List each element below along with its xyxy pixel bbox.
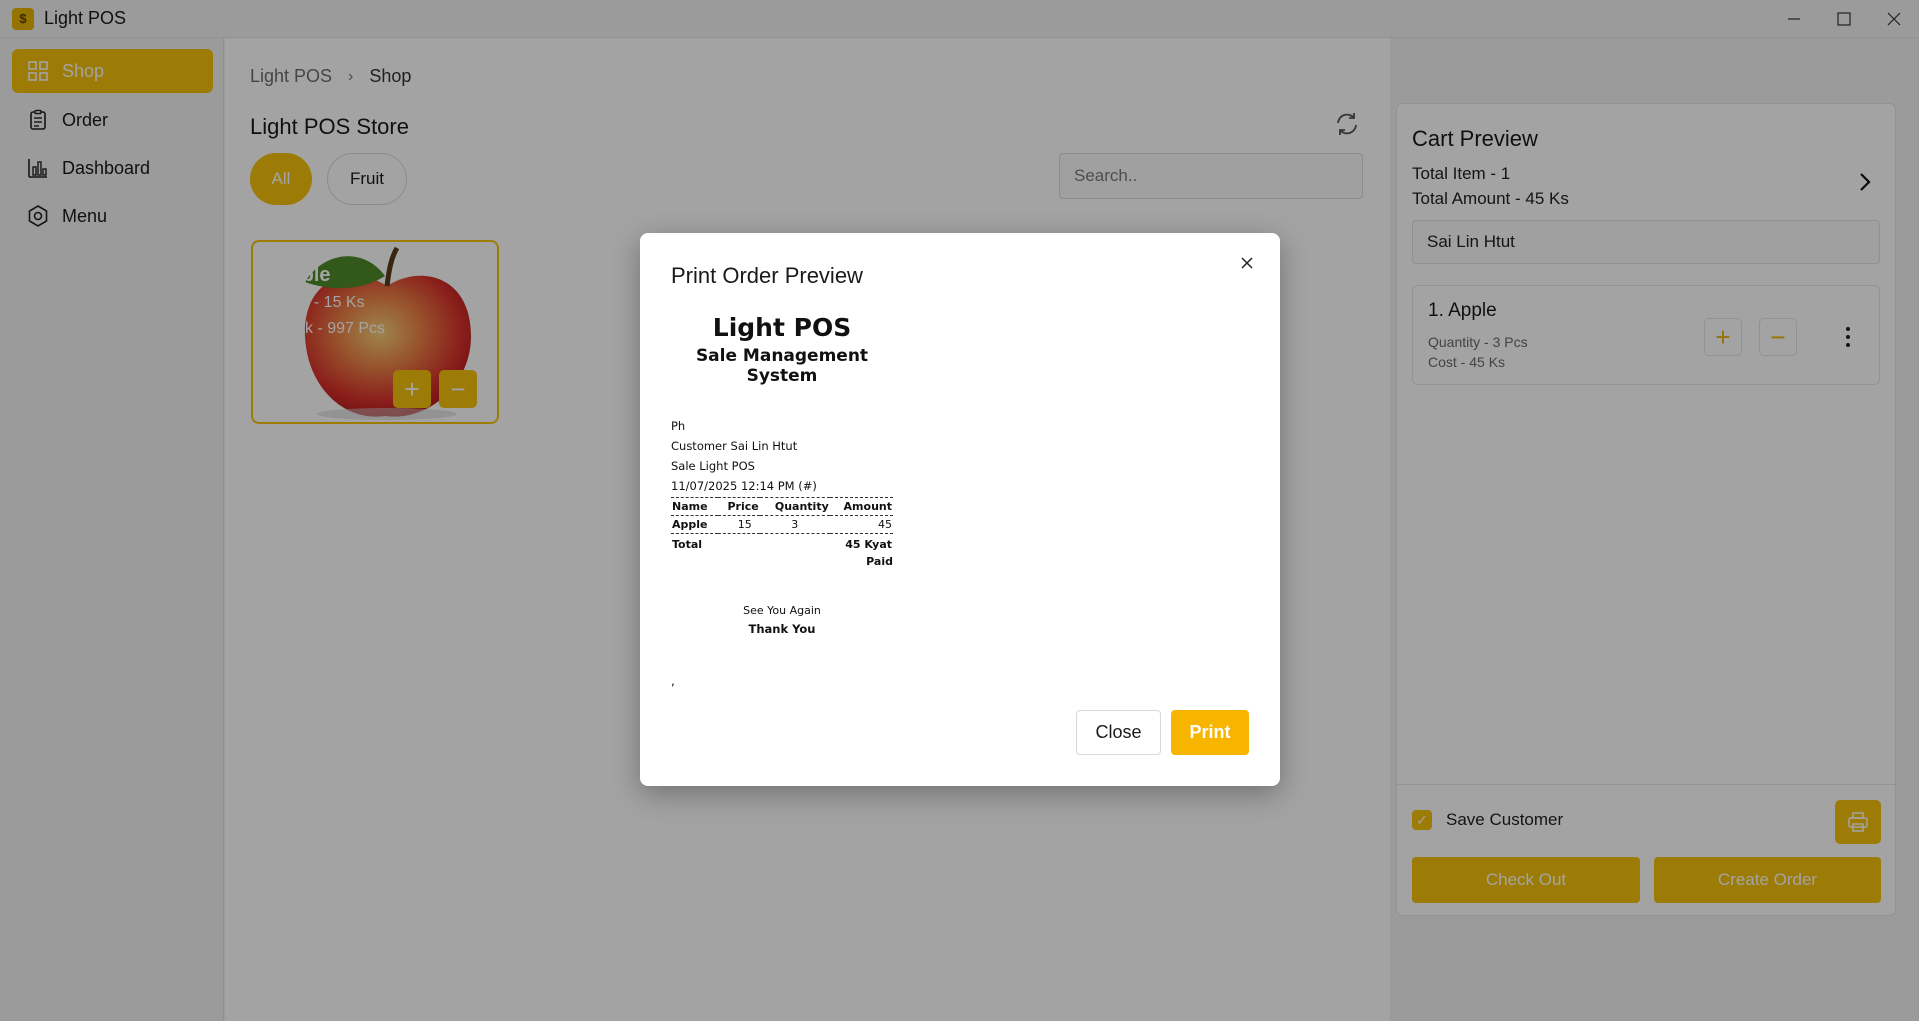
receipt-item-quantity: 3 — [759, 515, 830, 534]
close-button[interactable]: Close — [1076, 710, 1161, 755]
receipt-thank-you: Thank You — [748, 622, 816, 636]
receipt-item-amount: 45 — [829, 515, 893, 534]
receipt-col-name: Name — [671, 497, 719, 516]
receipt-sale: Sale Light POS — [671, 459, 755, 473]
dialog-title: Print Order Preview — [671, 263, 863, 288]
receipt-shop-name: Light POS — [712, 313, 852, 342]
receipt-see-you: See You Again — [743, 604, 821, 617]
dialog-close-button[interactable] — [1237, 253, 1257, 273]
receipt-subtitle: Sale Management System — [695, 346, 869, 386]
receipt-col-amount: Amount — [829, 497, 893, 516]
receipt-col-quantity: Quantity — [759, 497, 830, 516]
receipt-total-value: 45 Kyat — [845, 538, 892, 551]
receipt-preview: Light POS Sale Management System Ph Cust… — [671, 313, 893, 688]
receipt-col-price: Price — [718, 497, 760, 516]
receipt-footer: , — [671, 674, 675, 688]
receipt-total-row: Total 45 Kyat — [671, 534, 893, 554]
table-row: Apple 15 3 45 — [671, 515, 893, 534]
receipt-customer: Customer Sai Lin Htut — [671, 439, 798, 453]
receipt-total-label: Total — [672, 538, 703, 551]
receipt-phone: Ph — [671, 419, 686, 433]
receipt-table: Name Price Quantity Amount Apple 15 3 45… — [671, 497, 893, 553]
print-button[interactable]: Print — [1171, 710, 1249, 755]
receipt-item-price: 15 — [718, 515, 760, 534]
receipt-paid: Paid — [866, 555, 893, 568]
receipt-item-name: Apple — [671, 515, 719, 534]
receipt-datetime: 11/07/2025 12:14 PM (#) — [671, 479, 817, 493]
close-icon — [1241, 257, 1253, 269]
print-preview-dialog: Print Order Preview Light POS Sale Manag… — [640, 233, 1280, 786]
